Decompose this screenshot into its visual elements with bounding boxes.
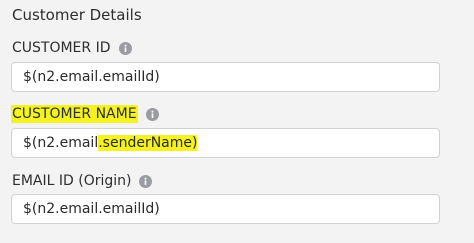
section-title: Customer Details — [12, 6, 142, 24]
customer-id-value: $(n2.email.emailId) — [23, 69, 160, 85]
customer-id-label: CUSTOMER ID — [12, 40, 111, 56]
info-icon[interactable] — [139, 174, 153, 188]
info-icon[interactable] — [118, 41, 132, 55]
email-id-label: EMAIL ID (Origin) — [12, 173, 132, 189]
email-id-value: $(n2.email.emailId) — [23, 201, 160, 217]
customer-name-value: $(n2.email — [23, 135, 99, 151]
customer-name-label: CUSTOMER NAME — [11, 105, 138, 123]
email-id-label-row: EMAIL ID (Origin) — [12, 172, 153, 190]
customer-name-field[interactable]: $(n2.email.senderName) — [11, 128, 440, 158]
customer-details-panel: Customer Details CUSTOMER ID $(n2.email.… — [0, 0, 474, 243]
info-icon[interactable] — [145, 107, 159, 121]
customer-name-label-row: CUSTOMER NAME — [11, 105, 159, 123]
customer-id-field[interactable]: $(n2.email.emailId) — [11, 62, 440, 92]
email-id-field[interactable]: $(n2.email.emailId) — [11, 194, 440, 224]
customer-id-label-row: CUSTOMER ID — [12, 39, 132, 57]
customer-name-value-highlight: .senderName) — [98, 135, 198, 151]
